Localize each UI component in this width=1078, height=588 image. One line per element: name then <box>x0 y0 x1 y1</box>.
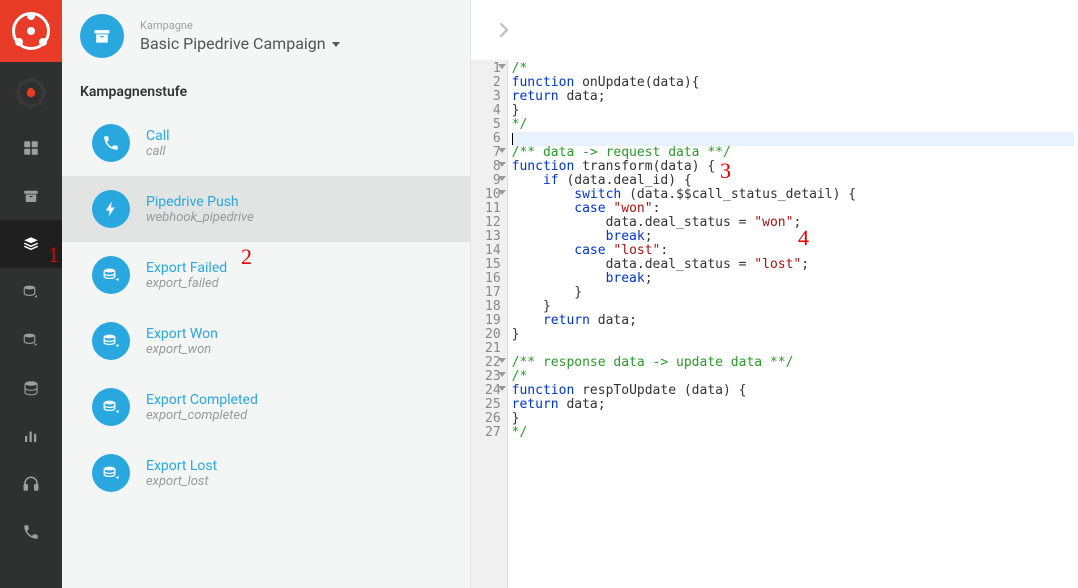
stage-sub: export_failed <box>146 276 227 291</box>
breadcrumb-chevron[interactable] <box>471 0 1078 60</box>
campaign-label: Kampagne <box>140 19 340 32</box>
nav-layers[interactable] <box>0 220 62 268</box>
stage-sub: webhook_pipedrive <box>146 210 254 225</box>
stage-title: Export Completed <box>146 392 258 408</box>
nav-db-out[interactable] <box>0 316 62 364</box>
nav-support[interactable] <box>0 460 62 508</box>
stage-export_lost[interactable]: Export Lostexport_lost <box>62 440 470 506</box>
nav-phone[interactable] <box>0 508 62 556</box>
editor-gutter: 1234567891011121314151617181920212223242… <box>471 60 508 588</box>
nav-stats[interactable] <box>0 412 62 460</box>
stage-title: Export Failed <box>146 260 227 276</box>
app-logo[interactable] <box>0 0 62 62</box>
nav-dashboard[interactable] <box>0 124 62 172</box>
db-arrow-icon <box>92 322 130 360</box>
campaign-header: Kampagne Basic Pipedrive Campaign <box>62 0 470 76</box>
editor-code[interactable]: /*function onUpdate(data){return data;}*… <box>508 60 1078 588</box>
stage-title: Pipedrive Push <box>146 194 254 210</box>
stage-export_won[interactable]: Export Wonexport_won <box>62 308 470 374</box>
campaign-sidebar: Kampagne Basic Pipedrive Campaign Kampag… <box>62 0 471 588</box>
bolt-icon <box>92 190 130 228</box>
stage-sub: call <box>146 144 170 159</box>
nav-db-in[interactable] <box>0 268 62 316</box>
stage-export_failed[interactable]: Export Failedexport_failed <box>62 242 470 308</box>
nav-database[interactable] <box>0 364 62 412</box>
code-editor[interactable]: 1234567891011121314151617181920212223242… <box>471 60 1078 588</box>
stage-webhook_pipedrive[interactable]: Pipedrive Pushwebhook_pipedrive <box>62 176 470 242</box>
stage-export_completed[interactable]: Export Completedexport_completed <box>62 374 470 440</box>
nav-rail <box>0 0 62 588</box>
nav-archive[interactable] <box>0 172 62 220</box>
stage-title: Call <box>146 128 170 144</box>
stage-sub: export_won <box>146 342 218 357</box>
phone-icon <box>92 124 130 162</box>
campaign-title-dropdown[interactable]: Basic Pipedrive Campaign <box>140 34 340 53</box>
section-label: Kampagnenstufe <box>62 76 470 110</box>
main-panel: 1234567891011121314151617181920212223242… <box>471 0 1078 588</box>
stage-sub: export_lost <box>146 474 217 489</box>
db-arrow-icon <box>92 388 130 426</box>
archive-icon <box>80 14 124 58</box>
stage-title: Export Won <box>146 326 218 342</box>
stage-title: Export Lost <box>146 458 217 474</box>
settings-gear-icon[interactable] <box>0 62 62 124</box>
stage-sub: export_completed <box>146 408 258 423</box>
stage-call[interactable]: Callcall <box>62 110 470 176</box>
db-arrow-icon <box>92 256 130 294</box>
db-arrow-icon <box>92 454 130 492</box>
